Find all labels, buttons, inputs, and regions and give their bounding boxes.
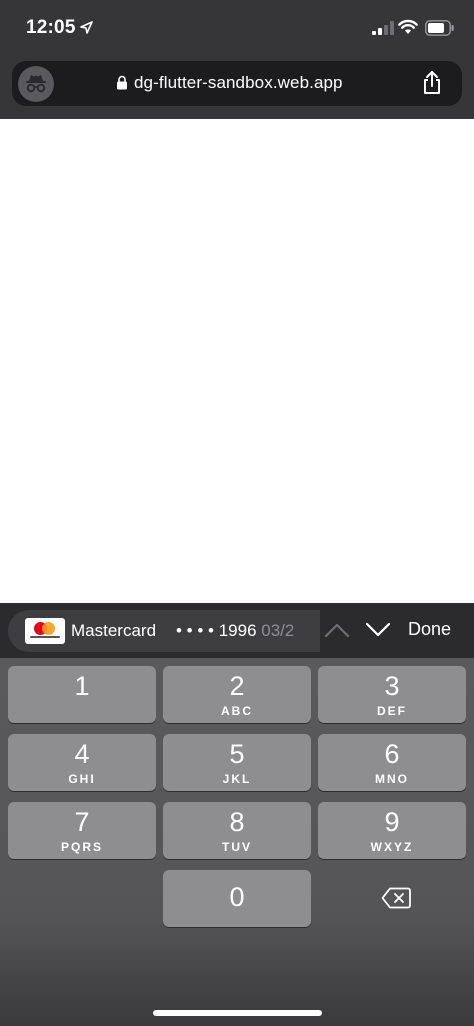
card-autofill-suggestion[interactable]: Mastercard • • • • 1996 03/2 [8, 610, 320, 652]
key-letters: TUV [222, 840, 252, 854]
web-content [0, 119, 474, 603]
key-4[interactable]: 4 GHI [8, 734, 156, 791]
location-arrow-icon [80, 21, 93, 34]
key-9[interactable]: 9 WXYZ [318, 802, 466, 859]
key-7[interactable]: 7 PQRS [8, 802, 156, 859]
key-1[interactable]: 1 [8, 666, 156, 723]
share-icon[interactable] [420, 70, 444, 96]
battery-icon [425, 20, 454, 36]
lock-icon [117, 75, 127, 90]
done-button[interactable]: Done [408, 619, 451, 640]
key-5[interactable]: 5 JKL [163, 734, 311, 791]
key-digit: 7 [74, 807, 90, 837]
chevron-up-icon[interactable] [324, 618, 350, 642]
key-digit: 5 [229, 739, 245, 769]
key-letters: WXYZ [370, 840, 414, 854]
incognito-icon [26, 75, 46, 93]
key-8[interactable]: 8 TUV [163, 802, 311, 859]
key-digit: 3 [384, 671, 400, 701]
key-3[interactable]: 3 DEF [318, 666, 466, 723]
address-bar[interactable]: dg-flutter-sandbox.web.app [12, 61, 462, 106]
key-letters: DEF [377, 704, 407, 718]
mastercard-logo-icon [25, 618, 65, 644]
key-digit: 8 [229, 807, 245, 837]
chevron-down-icon[interactable] [365, 618, 391, 642]
url-text[interactable]: dg-flutter-sandbox.web.app [134, 73, 343, 93]
wifi-icon [398, 19, 418, 34]
card-mask: • • • • 1996 [176, 621, 257, 640]
key-0[interactable]: 0 [163, 870, 311, 927]
key-letters: GHI [68, 772, 96, 786]
home-indicator[interactable] [153, 1010, 322, 1016]
backspace-icon[interactable] [381, 887, 411, 909]
status-bar: 12:05 [0, 0, 474, 58]
key-6[interactable]: 6 MNO [318, 734, 466, 791]
key-digit: 6 [384, 739, 400, 769]
key-letters: MNO [375, 772, 409, 786]
card-name: Mastercard [71, 621, 157, 640]
cellular-signal-icon [372, 21, 394, 35]
key-digit: 2 [229, 671, 245, 701]
key-letters: JKL [222, 772, 252, 786]
key-digit: 4 [74, 739, 90, 769]
key-letters: PQRS [60, 840, 103, 854]
key-letters: ABC [221, 704, 253, 718]
key-digit: 1 [74, 671, 90, 701]
keyboard-accessory-bar: Mastercard • • • • 1996 03/2 [0, 603, 474, 658]
key-2[interactable]: 2 ABC [163, 666, 311, 723]
key-digit: 0 [229, 882, 245, 912]
card-number: • • • • 1996 03/2 [176, 621, 294, 641]
browser-chrome: 12:05 dg-flutter-sandbox.web.app [0, 0, 474, 119]
key-digit: 9 [384, 807, 400, 837]
incognito-button[interactable] [18, 66, 54, 102]
status-time: 12:05 [26, 17, 76, 38]
